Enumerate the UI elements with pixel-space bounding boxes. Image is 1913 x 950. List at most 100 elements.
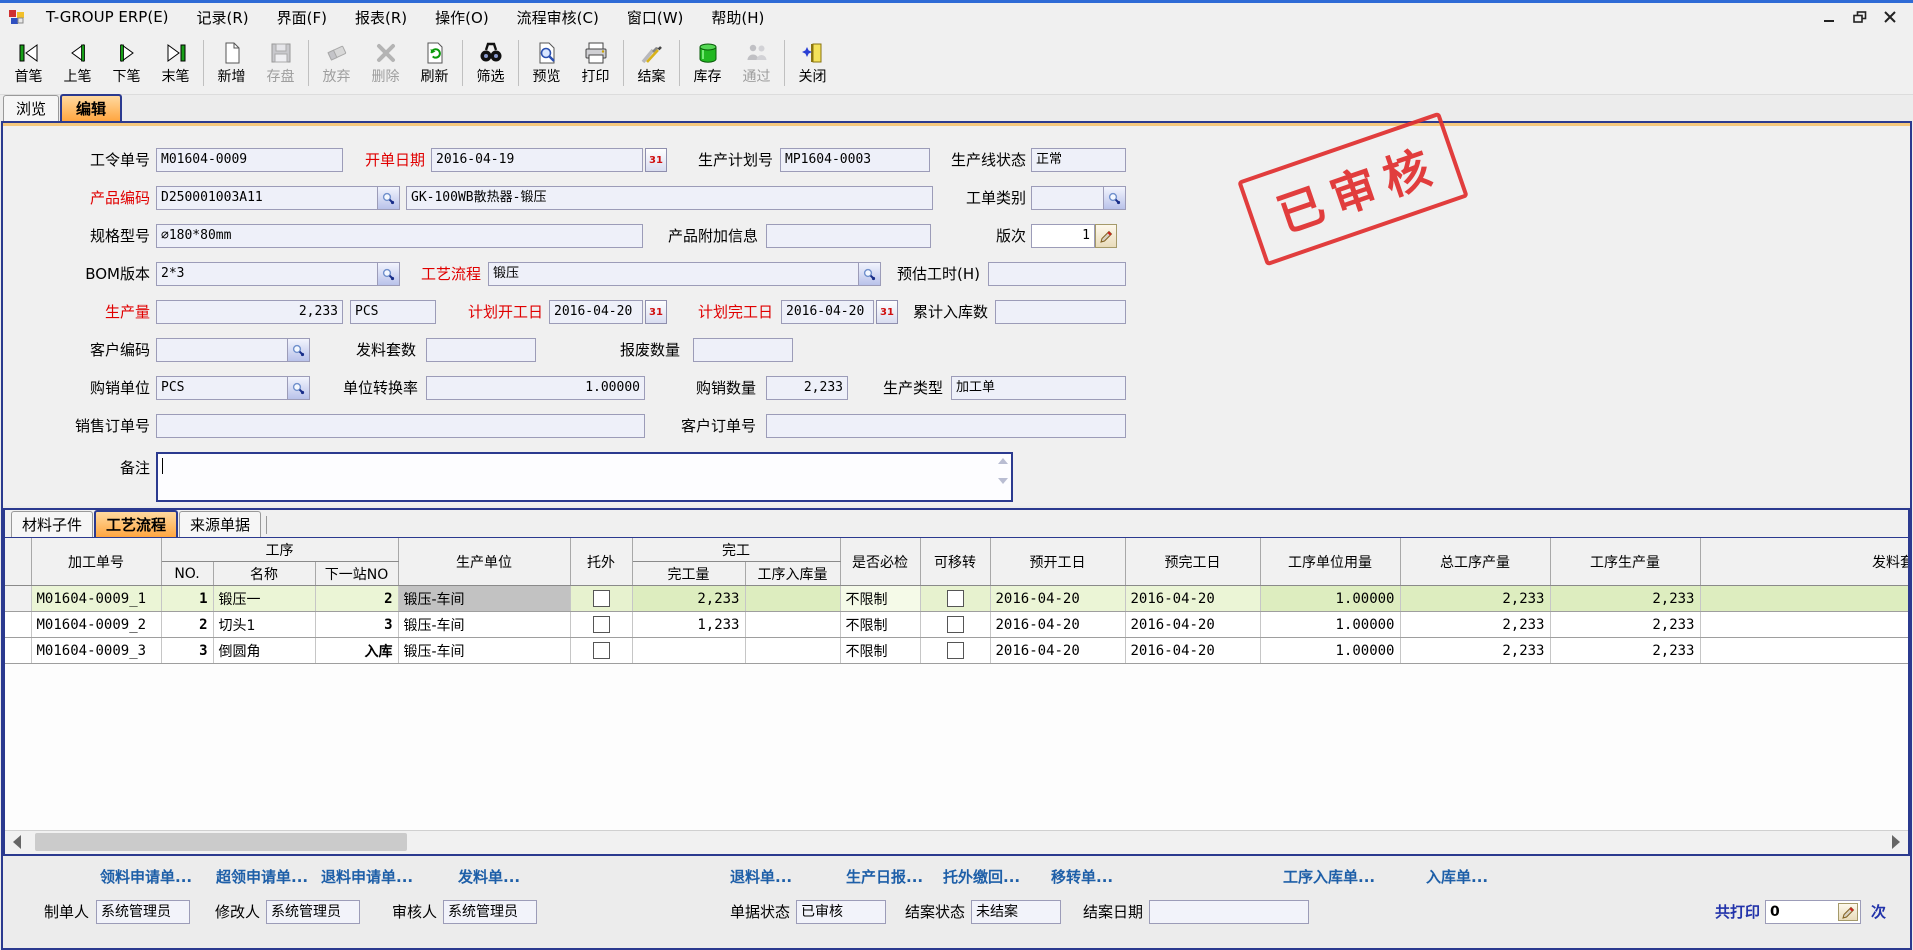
cell-step-output[interactable]: 2,233 bbox=[1550, 638, 1700, 664]
plan-end-field[interactable]: 2016-04-20 bbox=[781, 300, 874, 324]
col-header-total-output[interactable]: 总工序产量 bbox=[1400, 538, 1550, 586]
cell-done-qty[interactable]: 1,233 bbox=[632, 612, 745, 638]
table-row[interactable]: M01604-0009_3 3 倒圆角 入库 锻压-车间 不限制 2016-04… bbox=[5, 638, 1908, 664]
col-header-no[interactable]: NO. bbox=[161, 562, 213, 586]
menu-workflow-audit[interactable]: 流程审核(C) bbox=[503, 5, 613, 30]
row-indicator[interactable] bbox=[5, 638, 31, 664]
transferable-checkbox[interactable] bbox=[947, 642, 964, 659]
open-date-field[interactable]: 2016-04-19 bbox=[431, 148, 643, 172]
minimize-icon[interactable] bbox=[1823, 11, 1837, 23]
cell-unit-usage[interactable]: 1.00000 bbox=[1260, 586, 1400, 612]
col-header-in-qty[interactable]: 工序入库量 bbox=[745, 562, 840, 586]
row-indicator[interactable] bbox=[5, 612, 31, 638]
plan-no-field[interactable]: MP1604-0003 bbox=[780, 148, 930, 172]
cell-order[interactable]: M01604-0009_3 bbox=[31, 638, 161, 664]
cell-must-check[interactable]: 不限制 bbox=[840, 638, 920, 664]
close-window-button[interactable]: 关闭 bbox=[788, 34, 837, 92]
cell-pre-start[interactable]: 2016-04-20 bbox=[990, 586, 1125, 612]
product-extra-field[interactable] bbox=[766, 224, 931, 248]
scroll-right-icon[interactable] bbox=[1892, 835, 1900, 849]
cell-name[interactable]: 切头1 bbox=[213, 612, 315, 638]
cell-next[interactable]: 入库 bbox=[315, 638, 398, 664]
col-header-step-output[interactable]: 工序生产量 bbox=[1550, 538, 1700, 586]
process-flow-field[interactable]: 锻压 bbox=[488, 262, 881, 286]
prev-record-button[interactable]: 上笔 bbox=[53, 34, 102, 92]
col-header-name[interactable]: 名称 bbox=[213, 562, 315, 586]
next-record-button[interactable]: 下笔 bbox=[102, 34, 151, 92]
plan-start-calendar-icon[interactable]: 31 bbox=[645, 300, 667, 324]
col-header-order[interactable]: 加工单号 bbox=[31, 538, 161, 586]
cell-in-qty[interactable] bbox=[745, 586, 840, 612]
order-type-lookup-icon[interactable] bbox=[1103, 187, 1125, 209]
link-return-doc[interactable]: 退料单... bbox=[730, 866, 792, 887]
process-flow-lookup-icon[interactable] bbox=[858, 263, 880, 285]
cell-must-check[interactable]: 不限制 bbox=[840, 586, 920, 612]
spec-field[interactable]: ∅180*80mm bbox=[156, 224, 643, 248]
sales-unit-lookup-icon[interactable] bbox=[287, 377, 309, 399]
cell-next[interactable]: 2 bbox=[315, 586, 398, 612]
transferable-checkbox[interactable] bbox=[947, 590, 964, 607]
close-icon[interactable] bbox=[1883, 11, 1897, 23]
cell-unit-usage[interactable]: 1.00000 bbox=[1260, 638, 1400, 664]
scrollbar-thumb[interactable] bbox=[35, 833, 407, 851]
order-no-field[interactable]: M01604-0009 bbox=[156, 148, 343, 172]
cell-no[interactable]: 2 bbox=[161, 612, 213, 638]
inventory-button[interactable]: 库存 bbox=[683, 34, 732, 92]
cell-pre-start[interactable]: 2016-04-20 bbox=[990, 612, 1125, 638]
customer-order-field[interactable] bbox=[766, 414, 1126, 438]
qty-unit-field[interactable]: PCS bbox=[350, 300, 436, 324]
link-transfer-doc[interactable]: 移转单... bbox=[1051, 866, 1113, 887]
scrap-qty-field[interactable] bbox=[693, 338, 793, 362]
preview-button[interactable]: 预览 bbox=[522, 34, 571, 92]
qty-field[interactable]: 2,233 bbox=[156, 300, 343, 324]
cell-unit[interactable]: 锻压-车间 bbox=[398, 586, 570, 612]
cell-done-qty[interactable]: 2,233 bbox=[632, 586, 745, 612]
col-header-pre-end[interactable]: 预完工日 bbox=[1125, 538, 1260, 586]
cell-done-qty[interactable] bbox=[632, 638, 745, 664]
cell-next[interactable]: 3 bbox=[315, 612, 398, 638]
customer-code-field[interactable] bbox=[156, 338, 310, 362]
total-in-field[interactable] bbox=[995, 300, 1126, 324]
plan-end-calendar-icon[interactable]: 31 bbox=[876, 300, 898, 324]
cell-name[interactable]: 锻压一 bbox=[213, 586, 315, 612]
link-issue-doc[interactable]: 发料单... bbox=[458, 866, 520, 887]
col-header-next[interactable]: 下一站NO bbox=[315, 562, 398, 586]
col-header-unit[interactable]: 生产单位 bbox=[398, 538, 570, 586]
cell-step-output[interactable]: 2,233 bbox=[1550, 612, 1700, 638]
menu-help[interactable]: 帮助(H) bbox=[697, 5, 778, 30]
col-header-pre-start[interactable]: 预开工日 bbox=[990, 538, 1125, 586]
menu-operation[interactable]: 操作(O) bbox=[421, 5, 503, 30]
link-return-request[interactable]: 退料申请单... bbox=[321, 866, 413, 887]
first-record-button[interactable]: 首笔 bbox=[4, 34, 53, 92]
scroll-left-icon[interactable] bbox=[13, 835, 21, 849]
print-count-field[interactable]: 0 bbox=[1765, 900, 1861, 924]
version-field[interactable]: 1 bbox=[1031, 224, 1095, 248]
cell-outsource[interactable] bbox=[570, 586, 632, 612]
open-date-calendar-icon[interactable]: 31 bbox=[645, 148, 667, 172]
est-hours-field[interactable] bbox=[988, 262, 1126, 286]
col-header-issue-sets[interactable]: 发料套数 bbox=[1700, 538, 1908, 586]
menu-record[interactable]: 记录(R) bbox=[183, 5, 263, 30]
outsource-checkbox[interactable] bbox=[593, 616, 610, 633]
cell-outsource[interactable] bbox=[570, 612, 632, 638]
menu-tgroup-erp[interactable]: T-GROUP ERP(E) bbox=[32, 6, 183, 28]
cell-pre-start[interactable]: 2016-04-20 bbox=[990, 638, 1125, 664]
link-daily-report[interactable]: 生产日报... bbox=[846, 866, 923, 887]
scroll-up-icon[interactable] bbox=[998, 458, 1008, 464]
cell-pre-end[interactable]: 2016-04-20 bbox=[1125, 612, 1260, 638]
cell-transferable[interactable] bbox=[920, 586, 990, 612]
scroll-down-icon[interactable] bbox=[998, 478, 1008, 484]
cell-step-output[interactable]: 2,233 bbox=[1550, 586, 1700, 612]
product-code-field[interactable]: D250001003A11 bbox=[156, 186, 400, 210]
new-button[interactable]: 新增 bbox=[207, 34, 256, 92]
cell-unit[interactable]: 锻压-车间 bbox=[398, 638, 570, 664]
cell-order[interactable]: M01604-0009_2 bbox=[31, 612, 161, 638]
plan-start-field[interactable]: 2016-04-20 bbox=[549, 300, 643, 324]
cell-total-output[interactable]: 2,233 bbox=[1400, 586, 1550, 612]
cell-outsource[interactable] bbox=[570, 638, 632, 664]
link-over-issue-request[interactable]: 超领申请单... bbox=[216, 866, 308, 887]
link-material-request[interactable]: 领料申请单... bbox=[100, 866, 192, 887]
menu-report[interactable]: 报表(R) bbox=[341, 5, 421, 30]
order-type-field[interactable] bbox=[1031, 186, 1126, 210]
cell-issue-sets[interactable] bbox=[1700, 612, 1908, 638]
